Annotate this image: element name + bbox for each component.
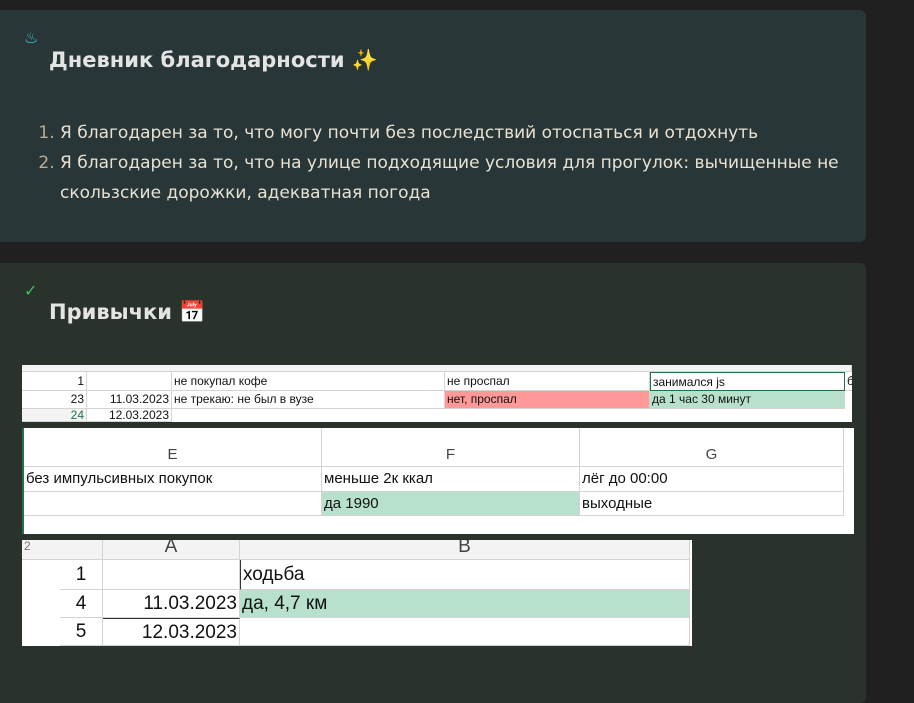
habits-sheet-screenshot-2: E F G без импульсивных покупок меньше 2к…: [22, 428, 854, 534]
outline-level-button[interactable]: 2: [22, 540, 103, 560]
gratitude-title: Дневник благодарности ✨: [49, 48, 379, 72]
cell: выходные: [580, 492, 844, 516]
column-header: E: [24, 428, 322, 467]
column-header: A: [103, 540, 240, 560]
row-number: 24: [22, 409, 87, 422]
row-number: 23: [22, 391, 87, 409]
cell: да, 4,7 км: [240, 590, 690, 618]
cell: [87, 372, 172, 391]
gratitude-card: ♨ Дневник благодарности ✨ Я благодарен з…: [0, 10, 866, 242]
row-number: 4: [60, 590, 103, 618]
cell: 12.03.2023: [87, 409, 172, 422]
row-number: 5: [60, 618, 103, 646]
cell: [240, 618, 690, 646]
cell: без импульсивных покупок: [24, 467, 322, 492]
list-item: Я благодарен за то, что могу почти без п…: [60, 118, 860, 148]
cell: нет, проспал: [445, 391, 650, 409]
list-item: Я благодарен за то, что на улице подходя…: [60, 148, 860, 208]
cell: [103, 560, 240, 590]
column-header: F: [322, 428, 580, 467]
cell: б: [845, 372, 852, 391]
column-header: B: [240, 540, 690, 560]
habits-sheet-screenshot-1: 1 не покупал кофе не проспал занимался j…: [22, 365, 852, 422]
cell: занимался js: [650, 372, 845, 391]
flame-icon: ♨: [24, 28, 39, 47]
row-number: 1: [22, 372, 87, 391]
cell: ходьба: [240, 560, 690, 590]
cell: меньше 2к ккал: [322, 467, 580, 492]
cell: не проспал: [445, 372, 650, 391]
cell: 11.03.2023: [87, 391, 172, 409]
cell: 12.03.2023: [103, 618, 240, 646]
cell: [24, 492, 322, 516]
cell: да 1990: [322, 492, 580, 516]
habits-sheet-screenshot-3: 2 A B 1 ходьба 4 11.03.2023 да, 4,7 км 5…: [22, 540, 692, 646]
column-header: G: [580, 428, 844, 467]
cell: лёг до 00:00: [580, 467, 844, 492]
habits-title: Привычки 📅: [49, 300, 206, 324]
gratitude-list: Я благодарен за то, что могу почти без п…: [40, 118, 860, 208]
cell: не трекаю: не был в вузе: [172, 391, 445, 409]
cell: не покупал кофе: [172, 372, 445, 391]
cell: да 1 час 30 минут: [650, 391, 845, 409]
cell: 11.03.2023: [103, 590, 240, 618]
check-icon: ✓: [24, 281, 38, 300]
row-number: 1: [60, 560, 103, 590]
